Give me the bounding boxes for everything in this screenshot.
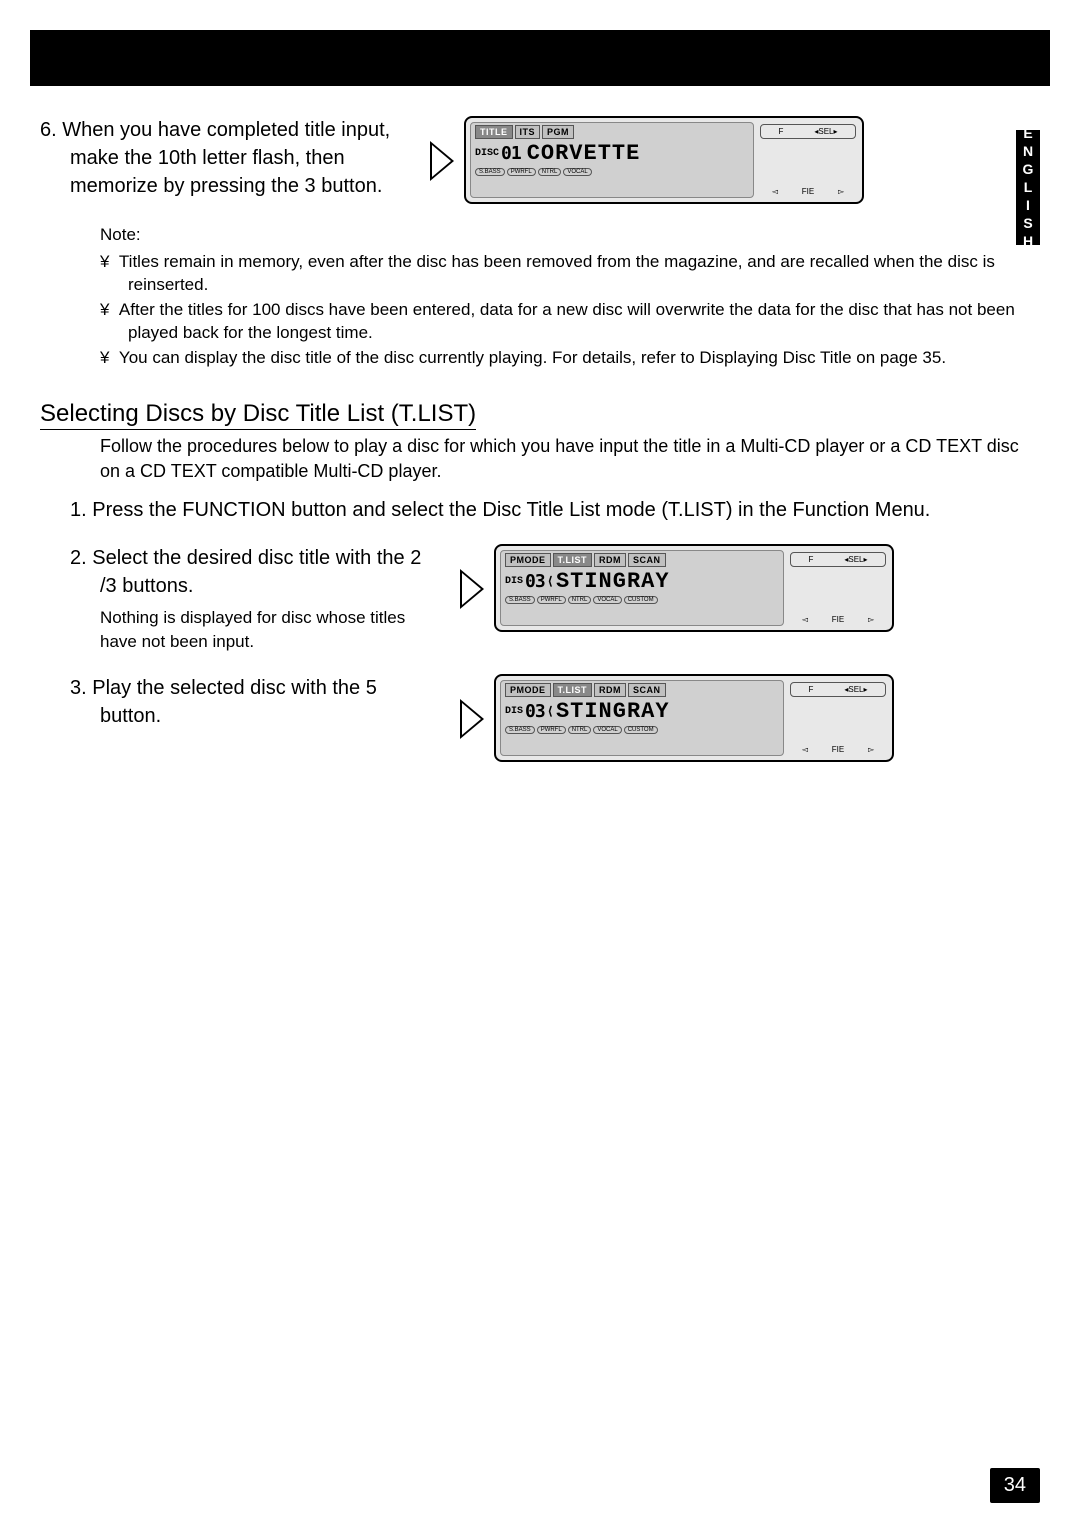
step-2-sub: Nothing is displayed for disc whose titl… bbox=[100, 606, 430, 654]
lcd-bottom-btn: S.BASS bbox=[475, 168, 505, 176]
lcd-side: F ◂SEL▸ ◅FIE▻ bbox=[788, 550, 888, 626]
lcd-bottom-btn: NTRL bbox=[538, 168, 562, 176]
lcd-side-f: F bbox=[778, 127, 783, 136]
step-1: 1. Press the FUNCTION button and select … bbox=[70, 496, 1040, 524]
lcd-side: F ◂SEL▸ ◅FIE▻ bbox=[788, 680, 888, 756]
step-2-body: Select the desired disc title with the 2… bbox=[92, 547, 421, 597]
step-3-row: 3. Play the selected disc with the 5 but… bbox=[70, 674, 1040, 762]
step-1-text: Press the FUNCTION button and select the… bbox=[92, 499, 930, 521]
lcd-main: TITLE ITS PGM DISC 01 CORVETTE S.BASS PW… bbox=[470, 122, 754, 198]
lcd-side-f: F bbox=[808, 685, 813, 694]
note-item: ¥ Titles remain in memory, even after th… bbox=[100, 251, 1040, 297]
lcd-bottom-btn: PWRFL bbox=[537, 596, 566, 604]
note-item: ¥ After the titles for 100 discs have be… bbox=[100, 299, 1040, 345]
lcd-tab: ITS bbox=[515, 125, 541, 139]
step-2-row: 2. Select the desired disc title with th… bbox=[70, 544, 1040, 654]
lcd-fie: FIE bbox=[832, 745, 844, 754]
pointer-icon bbox=[460, 699, 484, 739]
lcd-disc-num: 03 bbox=[525, 701, 545, 722]
step-6-text: 6. When you have completed title input, … bbox=[40, 116, 420, 200]
top-black-bar bbox=[30, 30, 1050, 86]
step-3-text: 3. Play the selected disc with the 5 but… bbox=[70, 674, 450, 730]
lcd-tab: TITLE bbox=[475, 125, 513, 139]
lcd-disc-title: STINGRAY bbox=[556, 699, 670, 724]
bracket-icon: ⟨ bbox=[547, 574, 554, 589]
lcd-bottom-btn: NTRL bbox=[568, 726, 592, 734]
lcd-bottom-btn: PWRFL bbox=[537, 726, 566, 734]
lcd-sel: SEL bbox=[848, 685, 863, 694]
lcd-sel: SEL bbox=[848, 555, 863, 564]
lcd-tab: T.LIST bbox=[553, 553, 593, 567]
step-2-display: PMODE T.LIST RDM SCAN DIS 03 ⟨ STINGRAY … bbox=[460, 544, 894, 632]
lcd-disc-label: DIS bbox=[505, 706, 523, 717]
lcd-panel-1: TITLE ITS PGM DISC 01 CORVETTE S.BASS PW… bbox=[464, 116, 864, 204]
lcd-disc-title: CORVETTE bbox=[527, 141, 641, 166]
language-tab: ENGLISH bbox=[1016, 130, 1040, 245]
note-header: Note: bbox=[100, 224, 1040, 247]
step-2-text: 2. Select the desired disc title with th… bbox=[70, 544, 450, 654]
section-intro: Follow the procedures below to play a di… bbox=[100, 434, 1040, 484]
step-3-display: PMODE T.LIST RDM SCAN DIS 03 ⟨ STINGRAY … bbox=[460, 674, 894, 762]
step-1-num: 1. bbox=[70, 499, 87, 521]
lcd-tab: SCAN bbox=[628, 553, 666, 567]
lcd-bottom-btn: CUSTOM bbox=[624, 726, 658, 734]
step-3-num: 3. bbox=[70, 677, 87, 699]
lcd-tab: RDM bbox=[594, 683, 626, 697]
lcd-side-bot: ◅FIE▻ bbox=[790, 615, 886, 624]
lcd-disc-num: 03 bbox=[525, 571, 545, 592]
note-block: Note: ¥ Titles remain in memory, even af… bbox=[100, 224, 1040, 370]
lcd-disc-label: DISC bbox=[475, 148, 499, 159]
lcd-side-top: F ◂SEL▸ bbox=[790, 682, 886, 697]
lcd-bottom-btn: NTRL bbox=[568, 596, 592, 604]
lcd-bottom-btn: S.BASS bbox=[505, 726, 535, 734]
bracket-icon: ⟨ bbox=[547, 704, 554, 719]
pointer-icon bbox=[460, 569, 484, 609]
lcd-tab: RDM bbox=[594, 553, 626, 567]
lcd-fie: FIE bbox=[832, 615, 844, 624]
lcd-bottom-btn: S.BASS bbox=[505, 596, 535, 604]
lcd-disc-num: 01 bbox=[501, 143, 521, 164]
pointer-icon bbox=[430, 141, 454, 181]
lcd-tab: T.LIST bbox=[553, 683, 593, 697]
step-3-body: Play the selected disc with the 5 button… bbox=[92, 677, 377, 727]
lcd-side-bot: ◅FIE▻ bbox=[760, 187, 856, 196]
lcd-sel: SEL bbox=[818, 127, 833, 136]
lcd-side-f: F bbox=[808, 555, 813, 564]
lcd-side: F ◂SEL▸ ◅FIE▻ bbox=[758, 122, 858, 198]
lcd-side-top: F ◂SEL▸ bbox=[790, 552, 886, 567]
lcd-bottom-btn: PWRFL bbox=[507, 168, 536, 176]
section-heading: Selecting Discs by Disc Title List (T.LI… bbox=[40, 400, 1040, 428]
page-number: 34 bbox=[990, 1468, 1040, 1503]
lcd-bottom-btn: VOCAL bbox=[593, 596, 621, 604]
note-item: ¥ You can display the disc title of the … bbox=[100, 347, 1040, 370]
lcd-side-bot: ◅FIE▻ bbox=[790, 745, 886, 754]
lcd-tab: PGM bbox=[542, 125, 574, 139]
lcd-tab: PMODE bbox=[505, 683, 551, 697]
lcd-disc-title: STINGRAY bbox=[556, 569, 670, 594]
lcd-bottom-btn: VOCAL bbox=[593, 726, 621, 734]
step-6-row: 6. When you have completed title input, … bbox=[40, 116, 1040, 204]
lcd-main: PMODE T.LIST RDM SCAN DIS 03 ⟨ STINGRAY … bbox=[500, 680, 784, 756]
lcd-panel-2: PMODE T.LIST RDM SCAN DIS 03 ⟨ STINGRAY … bbox=[494, 544, 894, 632]
step-2-num: 2. bbox=[70, 547, 87, 569]
step-6-num: 6. bbox=[40, 119, 57, 141]
lcd-fie: FIE bbox=[802, 187, 814, 196]
lcd-bottom-btn: CUSTOM bbox=[624, 596, 658, 604]
lcd-bottom-btn: VOCAL bbox=[563, 168, 591, 176]
lcd-tab: PMODE bbox=[505, 553, 551, 567]
step-6-body: When you have completed title input, mak… bbox=[62, 119, 390, 197]
lcd-panel-3: PMODE T.LIST RDM SCAN DIS 03 ⟨ STINGRAY … bbox=[494, 674, 894, 762]
lcd-disc-label: DIS bbox=[505, 576, 523, 587]
lcd-tab: SCAN bbox=[628, 683, 666, 697]
lcd-main: PMODE T.LIST RDM SCAN DIS 03 ⟨ STINGRAY … bbox=[500, 550, 784, 626]
step-6-display: TITLE ITS PGM DISC 01 CORVETTE S.BASS PW… bbox=[430, 116, 864, 204]
lcd-side-top: F ◂SEL▸ bbox=[760, 124, 856, 139]
